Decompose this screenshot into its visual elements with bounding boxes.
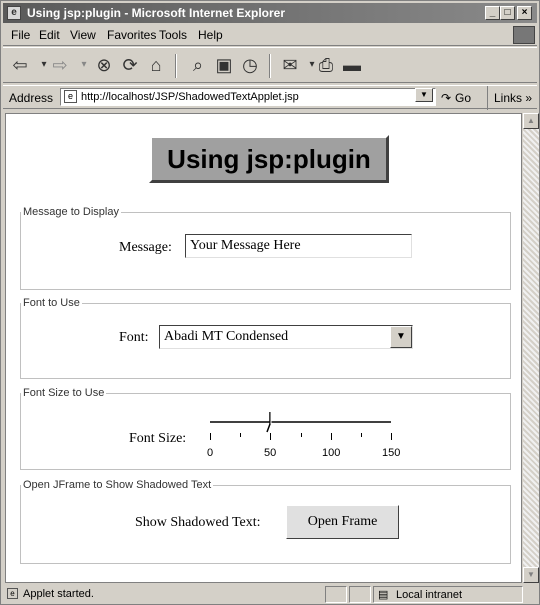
message-input[interactable]: Your Message Here <box>185 234 412 258</box>
search-icon[interactable]: ⌕ <box>187 54 209 76</box>
menu-bar: File Edit View Favorites Tools Help <box>3 25 537 46</box>
home-icon[interactable]: ⌂ <box>145 54 167 76</box>
forward-dropdown-icon[interactable]: ▾ <box>73 54 95 76</box>
address-bar: Address e http://localhost/JSP/ShadowedT… <box>3 85 537 110</box>
window-title: Using jsp:plugin - Microsoft Internet Ex… <box>27 6 286 20</box>
font-legend: Font to Use <box>23 297 80 309</box>
forward-icon[interactable]: ⇨ <box>49 54 71 76</box>
applet-panel: Using jsp:plugin Message to Display Mess… <box>6 114 521 582</box>
favorites-icon[interactable]: ▣ <box>213 54 235 76</box>
page-status-icon: e <box>7 588 18 599</box>
zone-panel: ▤ Local intranet <box>373 586 523 603</box>
message-legend: Message to Display <box>23 206 119 218</box>
toolbar: ⇦ ▾ ⇨ ▾ ⊗ ⟳ ⌂ ⌕ ▣ ◷ ✉ ▾ ⎙ ▬ <box>3 47 537 83</box>
slider-tick-label: 0 <box>207 447 214 459</box>
font-label: Font: <box>119 330 149 345</box>
slider-major-tick <box>331 433 332 440</box>
scroll-up-icon[interactable]: ▲ <box>523 113 539 129</box>
font-dropdown-icon[interactable]: ▼ <box>390 326 412 348</box>
toolbar-separator <box>269 54 271 78</box>
status-bar: e Applet started. ▤ Local intranet <box>3 585 537 604</box>
slider-thumb[interactable] <box>266 412 274 433</box>
message-label: Message: <box>119 240 172 255</box>
print-icon[interactable]: ⎙ <box>315 54 337 76</box>
menu-help[interactable]: Help <box>198 25 223 45</box>
page-viewport: Using jsp:plugin Message to Display Mess… <box>5 113 522 583</box>
ie-icon: e <box>7 6 21 20</box>
status-cell <box>325 586 347 603</box>
menu-tools[interactable]: Tools <box>159 25 187 45</box>
toolbar-separator <box>175 54 177 78</box>
frame-legend: Open JFrame to Show Shadowed Text <box>23 479 212 491</box>
page-icon: e <box>64 90 77 103</box>
title-bar: e Using jsp:plugin - Microsoft Internet … <box>3 3 537 23</box>
stop-icon[interactable]: ⊗ <box>93 54 115 76</box>
slider-tick-label: 100 <box>322 447 341 459</box>
minimize-button[interactable]: _ <box>485 6 500 20</box>
vertical-scrollbar[interactable]: ▲ ▼ <box>523 113 539 583</box>
maximize-button[interactable]: □ <box>500 6 515 20</box>
menu-file[interactable]: File <box>11 25 30 45</box>
address-input[interactable]: e http://localhost/JSP/ShadowedTextApple… <box>60 88 436 106</box>
slider-minor-tick <box>301 433 302 437</box>
font-size-label: Font Size: <box>129 431 187 446</box>
back-icon[interactable]: ⇦ <box>9 54 31 76</box>
status-text: Applet started. <box>23 588 94 600</box>
slider-major-tick <box>391 433 392 440</box>
menu-favorites[interactable]: Favorites <box>107 25 156 45</box>
mail-icon[interactable]: ✉ <box>279 54 301 76</box>
edit-icon[interactable]: ▬ <box>341 54 363 76</box>
close-button[interactable]: × <box>517 6 532 20</box>
history-icon[interactable]: ◷ <box>239 54 261 76</box>
slider-tick-label: 50 <box>264 447 277 459</box>
page-heading: Using jsp:plugin <box>149 135 389 183</box>
menu-view[interactable]: View <box>70 25 96 45</box>
go-arrow-icon[interactable]: ↷ <box>441 86 451 110</box>
frame-group: Open JFrame to Show Shadowed Text <box>20 479 511 564</box>
ie-logo-icon <box>513 26 535 44</box>
refresh-icon[interactable]: ⟳ <box>119 54 141 76</box>
slider-tick-label: 150 <box>382 447 401 459</box>
scroll-down-icon[interactable]: ▼ <box>523 567 539 583</box>
browser-window: e Using jsp:plugin - Microsoft Internet … <box>0 0 540 605</box>
slider-track[interactable] <box>210 421 391 424</box>
intranet-icon: ▤ <box>378 589 389 601</box>
address-dropdown-icon[interactable]: ▼ <box>415 88 433 102</box>
status-cell <box>349 586 371 603</box>
slider-minor-tick <box>361 433 362 437</box>
font-select[interactable]: Abadi MT Condensed <box>159 325 413 349</box>
open-frame-button[interactable]: Open Frame <box>286 505 399 539</box>
menu-edit[interactable]: Edit <box>39 25 60 45</box>
font-size-legend: Font Size to Use <box>23 387 105 399</box>
slider-major-tick <box>210 433 211 440</box>
zone-text: Local intranet <box>396 589 463 601</box>
slider-minor-tick <box>240 433 241 437</box>
slider-major-tick <box>270 433 271 440</box>
links-button[interactable]: Links » <box>487 86 532 110</box>
address-url: http://localhost/JSP/ShadowedTextApplet.… <box>81 91 299 103</box>
show-shadowed-label: Show Shadowed Text: <box>135 515 261 530</box>
address-label: Address <box>9 91 54 105</box>
go-button[interactable]: Go <box>455 86 471 110</box>
